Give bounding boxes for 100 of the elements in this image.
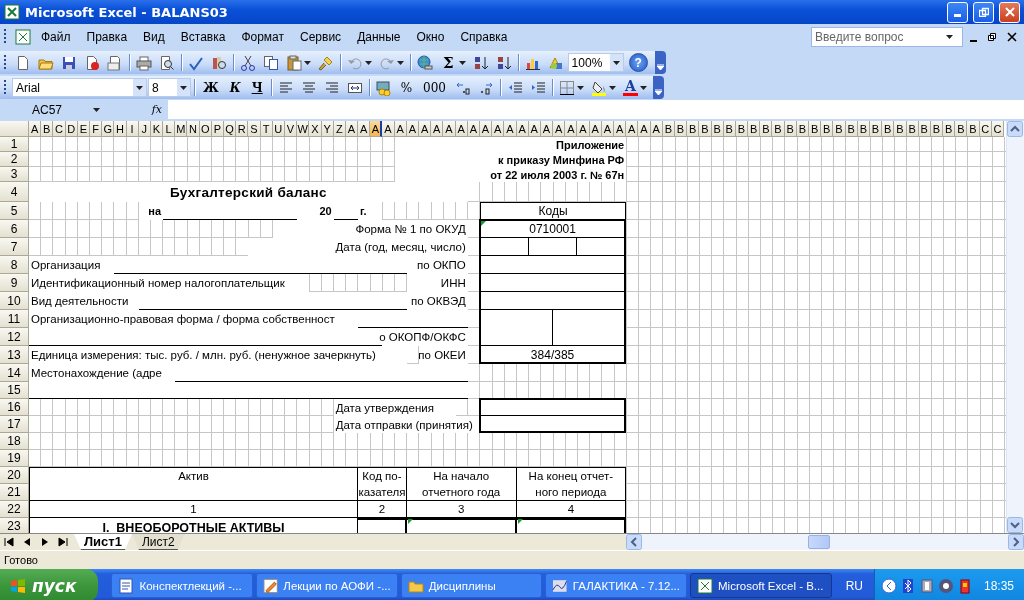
column-header[interactable]: B: [809, 121, 822, 137]
column-header[interactable]: A: [382, 121, 395, 137]
caret-icon[interactable]: [180, 85, 187, 90]
column-header[interactable]: A: [29, 121, 42, 137]
print-preview-icon[interactable]: [159, 54, 175, 71]
taskbar-button[interactable]: ГАЛАКТИКА - 7.12...: [545, 573, 687, 598]
restore-button[interactable]: [973, 1, 994, 23]
paste-icon[interactable]: [286, 54, 302, 71]
column-header[interactable]: B: [772, 121, 785, 137]
taskbar-button[interactable]: Лекции по АОФИ -...: [256, 573, 398, 598]
help-search-field[interactable]: Введите вопрос: [811, 27, 963, 47]
caret-icon[interactable]: [397, 60, 404, 65]
caret-icon[interactable]: [93, 107, 100, 112]
format-painter-icon[interactable]: [318, 54, 334, 71]
align-center-icon[interactable]: [300, 79, 317, 96]
column-header[interactable]: B: [833, 121, 846, 137]
close-icon[interactable]: [1007, 32, 1017, 42]
disc-icon[interactable]: [938, 577, 954, 594]
caret-icon[interactable]: [946, 35, 953, 39]
menu-item[interactable]: Вставка: [174, 28, 232, 46]
font-style-button[interactable]: Ж: [198, 77, 224, 98]
device-icon[interactable]: [919, 577, 935, 594]
column-header[interactable]: A: [370, 121, 383, 137]
font-size-dropdown[interactable]: 8: [148, 78, 191, 97]
permission-icon[interactable]: [84, 54, 100, 71]
row-header[interactable]: 16: [0, 399, 29, 416]
caret-icon[interactable]: [304, 60, 311, 65]
scroll-right-icon[interactable]: [1008, 534, 1024, 550]
column-header[interactable]: A: [504, 121, 517, 137]
column-header[interactable]: B: [41, 121, 54, 137]
sheet-tab[interactable]: Лист1: [74, 534, 132, 550]
column-header[interactable]: B: [943, 121, 956, 137]
caret-icon[interactable]: [576, 85, 584, 90]
cut-icon[interactable]: [240, 54, 256, 71]
column-header[interactable]: R: [236, 121, 249, 137]
column-header[interactable]: B: [967, 121, 980, 137]
next-sheet-icon[interactable]: [40, 537, 50, 547]
workbook-icon[interactable]: [15, 29, 31, 45]
close-button[interactable]: [999, 1, 1020, 23]
column-header[interactable]: X: [309, 121, 322, 137]
font-style-button[interactable]: К: [224, 77, 246, 98]
caret-icon[interactable]: [608, 85, 616, 90]
toolbar-options-button[interactable]: [652, 76, 664, 99]
row-header[interactable]: 19: [0, 450, 29, 467]
column-header[interactable]: G: [102, 121, 115, 137]
column-header[interactable]: B: [748, 121, 761, 137]
research-icon[interactable]: [211, 54, 227, 71]
email-icon[interactable]: [107, 54, 123, 71]
row-header[interactable]: 3: [0, 167, 29, 182]
row-header[interactable]: 13: [0, 346, 29, 364]
column-header[interactable]: A: [626, 121, 639, 137]
menu-item[interactable]: Справка: [454, 28, 514, 46]
thousands-button[interactable]: 000: [418, 77, 451, 98]
row-header[interactable]: 22: [0, 501, 29, 518]
battery-icon[interactable]: [957, 577, 973, 594]
caret-icon[interactable]: [612, 60, 620, 65]
column-header[interactable]: B: [894, 121, 907, 137]
column-header[interactable]: A: [431, 121, 444, 137]
row-header[interactable]: 18: [0, 433, 29, 450]
font-style-button[interactable]: Ч: [246, 77, 268, 98]
column-header[interactable]: B: [955, 121, 968, 137]
column-header[interactable]: M: [175, 121, 188, 137]
new-document-icon[interactable]: [15, 54, 31, 71]
row-header[interactable]: 17: [0, 416, 29, 433]
column-header[interactable]: A: [492, 121, 505, 137]
row-header[interactable]: 9: [0, 274, 29, 292]
column-header[interactable]: Q: [224, 121, 237, 137]
borders-icon[interactable]: [558, 79, 575, 96]
column-header[interactable]: B: [760, 121, 773, 137]
column-header[interactable]: B: [821, 121, 834, 137]
font-dropdown[interactable]: Arial: [12, 78, 147, 97]
row-header[interactable]: 11: [0, 310, 29, 328]
column-header[interactable]: A: [419, 121, 432, 137]
column-header[interactable]: S: [248, 121, 261, 137]
caret-icon[interactable]: [458, 60, 466, 65]
caret-icon[interactable]: [365, 60, 372, 65]
row-header[interactable]: 14: [0, 364, 29, 382]
start-button[interactable]: пуск: [0, 569, 99, 600]
row-header[interactable]: 4: [0, 182, 29, 202]
row-header[interactable]: 21: [0, 484, 29, 501]
row-header[interactable]: 12: [0, 328, 29, 346]
fill-color-icon[interactable]: [590, 79, 607, 96]
zoom-dropdown[interactable]: 100%: [567, 53, 624, 72]
column-header[interactable]: B: [882, 121, 895, 137]
currency-icon[interactable]: [375, 79, 392, 96]
column-header[interactable]: A: [614, 121, 627, 137]
toolbar-grip-icon[interactable]: [4, 28, 7, 46]
autosum-button[interactable]: Σ: [440, 53, 457, 72]
menu-item[interactable]: Окно: [410, 28, 451, 46]
row-header[interactable]: 2: [0, 152, 29, 167]
increase-indent-icon[interactable]: [529, 79, 546, 96]
taskbar-button[interactable]: Конспектлекций -...: [111, 573, 254, 598]
menu-item[interactable]: Файл: [35, 28, 77, 46]
column-header[interactable]: H: [114, 121, 127, 137]
copy-icon[interactable]: [263, 54, 279, 71]
insert-function-button[interactable]: fx: [108, 100, 168, 119]
sort-descending-icon[interactable]: [495, 54, 512, 71]
toolbar-grip-icon[interactable]: [4, 53, 7, 72]
menu-item[interactable]: Данные: [351, 28, 407, 46]
column-header[interactable]: C: [53, 121, 66, 137]
